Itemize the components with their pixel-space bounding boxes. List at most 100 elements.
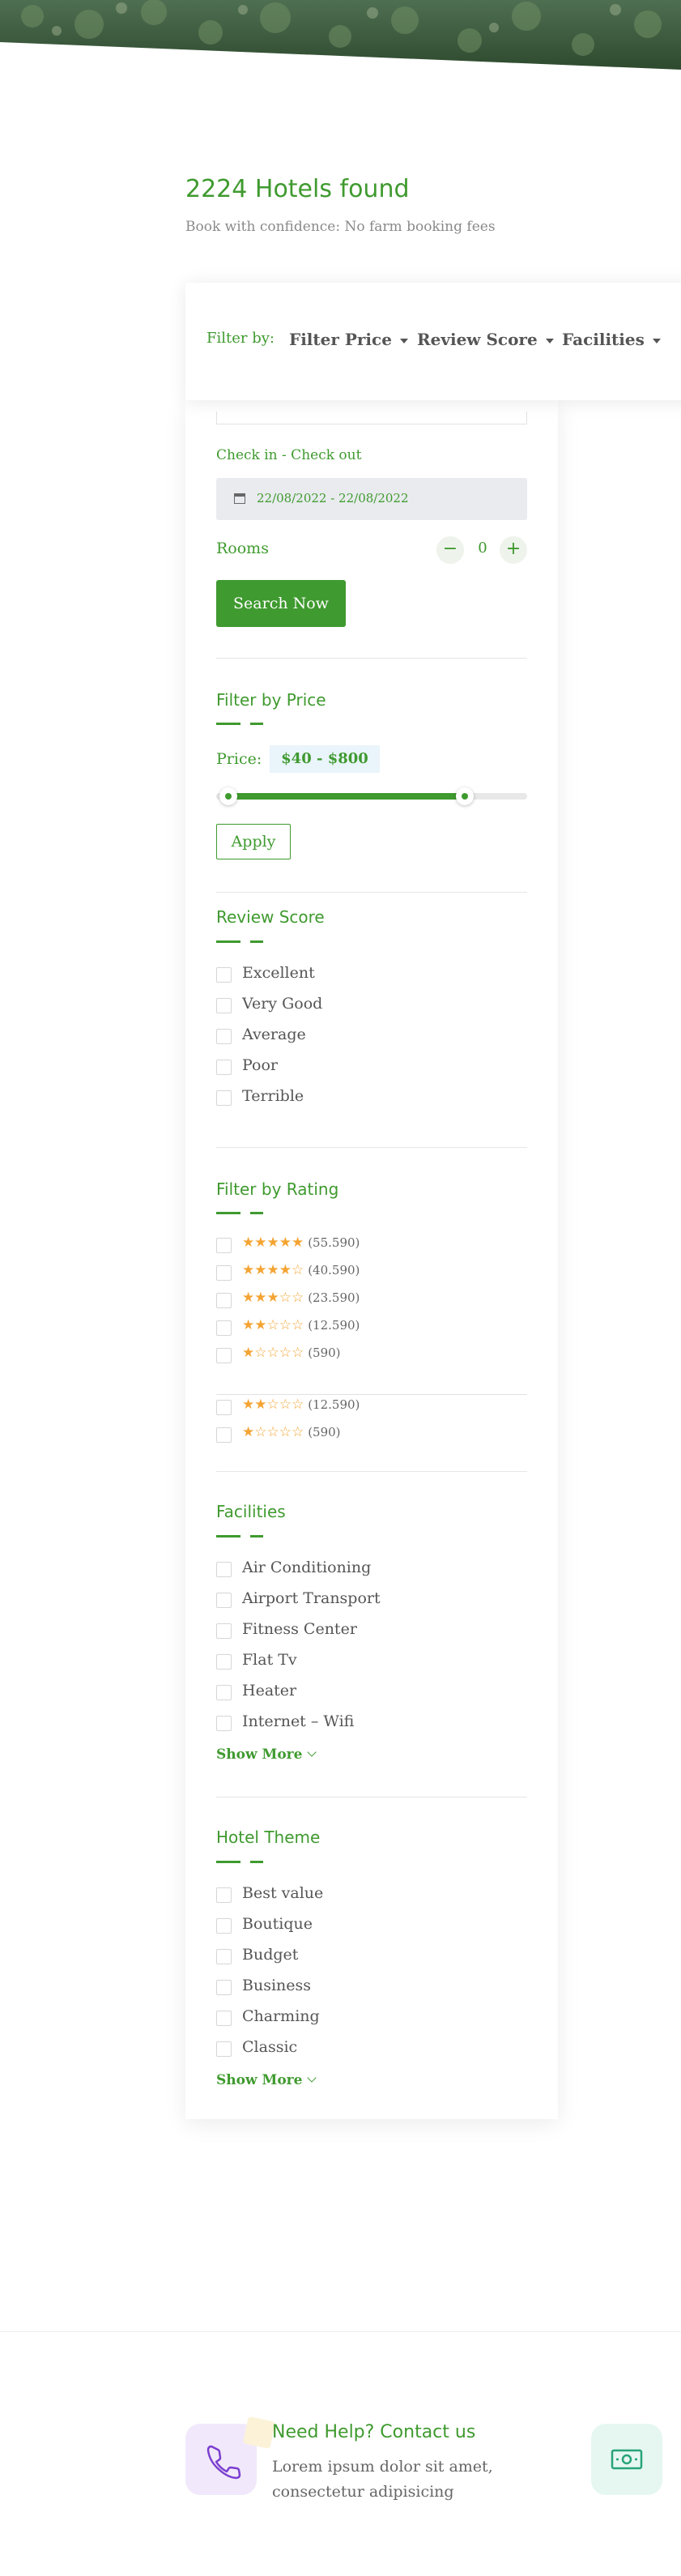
checkbox[interactable] <box>216 1918 232 1934</box>
title-underline <box>216 1535 263 1537</box>
checkbox[interactable] <box>216 1593 232 1608</box>
star-rating: ★★☆☆☆ (12.590) <box>242 1397 360 1413</box>
review-option-label: Excellent <box>242 964 315 982</box>
money-icon <box>611 2449 643 2470</box>
price-slider-min-handle[interactable] <box>219 787 238 805</box>
star-icons: ★★★☆☆ <box>242 1290 304 1306</box>
checkbox[interactable] <box>216 1562 232 1577</box>
checkbox[interactable] <box>216 1427 232 1443</box>
facility-label: Heater <box>242 1682 297 1700</box>
chevron-down-icon <box>307 2073 317 2083</box>
star-icons: ★★★★☆ <box>242 1262 304 1278</box>
facility-label: Flat Tv <box>242 1651 297 1669</box>
star-icons: ★☆☆☆☆ <box>242 1345 304 1361</box>
checkbox[interactable] <box>216 1654 232 1670</box>
star-rating: ★★★★★ (55.590) <box>242 1235 360 1251</box>
facility-label: Air Conditioning <box>242 1559 372 1576</box>
filter-price-title: Filter by Price <box>216 690 326 710</box>
money-icon-box <box>591 2424 662 2495</box>
facility-label: Internet – Wifi <box>242 1712 355 1730</box>
divider <box>216 892 527 893</box>
price-slider[interactable] <box>216 787 527 805</box>
theme-label: Best value <box>242 1884 324 1902</box>
facilities-label: Facilities <box>562 330 645 349</box>
hotel-theme-show-more[interactable]: Show More <box>216 2072 317 2088</box>
date-range-value: 22/08/2022 - 22/08/2022 <box>257 491 409 505</box>
star-icons: ★☆☆☆☆ <box>242 1424 304 1440</box>
show-more-label: Show More <box>216 1746 303 1763</box>
theme-label: Boutique <box>242 1915 313 1933</box>
results-subtitle: Book with confidence: No farm booking fe… <box>185 219 496 235</box>
star-rating: ★☆☆☆☆ (590) <box>242 1345 341 1361</box>
checkbox[interactable] <box>216 1238 232 1253</box>
rating-count: (23.590) <box>308 1290 360 1305</box>
search-now-button[interactable]: Search Now <box>216 580 346 627</box>
checkbox[interactable] <box>216 1293 232 1308</box>
caret-down-icon <box>399 338 408 343</box>
review-option-label: Very Good <box>242 995 323 1013</box>
checkbox[interactable] <box>216 1400 232 1415</box>
review-score-title: Review Score <box>216 907 325 927</box>
checkbox[interactable] <box>216 1980 232 1995</box>
filter-bar-label: Filter by: <box>206 330 275 347</box>
title-underline <box>216 1861 263 1863</box>
facilities-dropdown[interactable]: Facilities <box>562 330 661 349</box>
checkbox[interactable] <box>216 1029 232 1044</box>
facilities-show-more[interactable]: Show More <box>216 1746 317 1763</box>
filter-price-label: Filter Price <box>289 330 392 349</box>
rating-count: (55.590) <box>308 1235 360 1250</box>
checkbox[interactable] <box>216 1716 232 1731</box>
title-underline <box>216 723 263 725</box>
checkbox[interactable] <box>216 1949 232 1964</box>
review-score-label: Review Score <box>417 330 538 349</box>
rating-count: (590) <box>308 1425 341 1439</box>
price-label: Price: <box>216 750 262 768</box>
guests-field[interactable] <box>216 412 527 424</box>
show-more-label: Show More <box>216 2072 303 2088</box>
checkbox[interactable] <box>216 1348 232 1363</box>
date-range-input[interactable]: 22/08/2022 - 22/08/2022 <box>216 478 527 520</box>
review-score-dropdown[interactable]: Review Score <box>417 330 554 349</box>
checkbox[interactable] <box>216 1265 232 1281</box>
help-title: Need Help? Contact us <box>272 2422 476 2442</box>
star-icons: ★★☆☆☆ <box>242 1317 304 1333</box>
rating-count: (590) <box>308 1346 341 1360</box>
star-rating: ★★☆☆☆ (12.590) <box>242 1317 360 1333</box>
checkbox[interactable] <box>216 1623 232 1639</box>
checkbox[interactable] <box>216 1685 232 1700</box>
title-underline <box>216 1212 263 1214</box>
hero-banner-image <box>0 0 681 89</box>
rooms-decrement-button[interactable]: − <box>436 536 464 564</box>
checkbox[interactable] <box>216 1060 232 1075</box>
theme-label: Business <box>242 1977 312 1994</box>
apply-price-button[interactable]: Apply <box>216 824 291 859</box>
divider <box>216 1471 527 1472</box>
star-icons: ★★★★★ <box>242 1235 304 1251</box>
theme-label: Classic <box>242 2038 298 2056</box>
price-range-value: $40 - $800 <box>270 745 380 773</box>
star-rating: ★★★☆☆ (23.590) <box>242 1290 360 1306</box>
price-slider-max-handle[interactable] <box>456 787 475 805</box>
filter-rating-title: Filter by Rating <box>216 1179 339 1199</box>
checkbox[interactable] <box>216 2011 232 2026</box>
help-text: Lorem ipsum dolor sit amet, consectetur … <box>272 2458 493 2501</box>
review-option-label: Average <box>242 1026 306 1043</box>
checkbox[interactable] <box>216 1320 232 1336</box>
filter-price-dropdown[interactable]: Filter Price <box>289 330 408 349</box>
theme-label: Charming <box>242 2007 320 2025</box>
checkbox[interactable] <box>216 998 232 1013</box>
divider <box>216 1797 527 1798</box>
divider <box>216 1394 527 1395</box>
rating-count: (40.590) <box>308 1263 360 1277</box>
checkbox[interactable] <box>216 967 232 983</box>
checkbox[interactable] <box>216 1090 232 1106</box>
rooms-increment-button[interactable]: + <box>500 536 527 564</box>
star-rating: ★☆☆☆☆ (590) <box>242 1424 341 1440</box>
facilities-title: Facilities <box>216 1502 286 1521</box>
review-option-label: Terrible <box>242 1087 304 1105</box>
footer-divider <box>0 2331 681 2332</box>
checkbox[interactable] <box>216 1887 232 1903</box>
checkbox[interactable] <box>216 2041 232 2057</box>
facility-label: Fitness Center <box>242 1620 357 1638</box>
divider <box>216 658 527 659</box>
